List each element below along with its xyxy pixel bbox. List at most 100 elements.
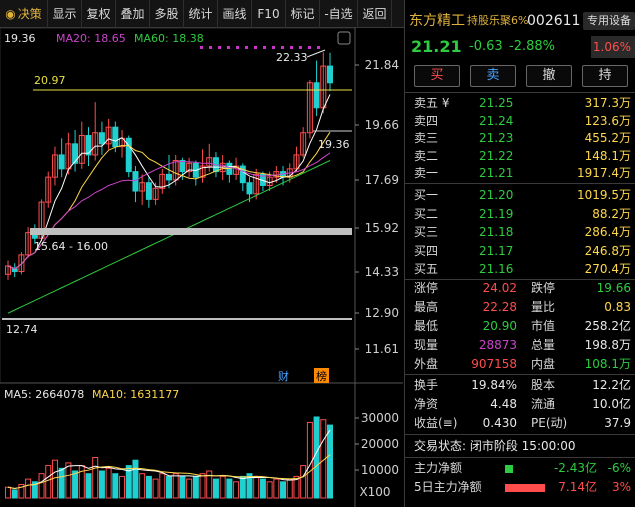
draw-line-button[interactable]: 画线 (218, 0, 252, 28)
stat-value: 907158 (471, 357, 517, 371)
volume-bar (145, 475, 152, 499)
stat-label: PE(动) (531, 416, 568, 430)
stats-row: 最高 22.28 量比 0.83 (405, 298, 635, 317)
sell-level-row[interactable]: 卖四 21.24 123.6万 (405, 112, 635, 131)
sell-level-volume: 317.3万 (584, 96, 631, 110)
divider (405, 183, 635, 184)
buy-level-row[interactable]: 买二 21.19 88.2万 (405, 205, 635, 224)
buy-level-row[interactable]: 买三 21.18 286.4万 (405, 223, 635, 242)
divider (405, 457, 635, 458)
overlay-button[interactable]: 叠加 (116, 0, 150, 28)
volume-axis-label: 20000 (361, 437, 399, 451)
five-day-flow-value: 7.14亿 (558, 480, 597, 494)
vol-ma10-legend: MA10: 1631177 (92, 388, 179, 401)
volume-bar (85, 473, 92, 499)
main-flow-bar (505, 465, 513, 473)
statistics-button[interactable]: 统计 (184, 0, 218, 28)
volume-bar (38, 473, 45, 499)
candle-body (58, 154, 65, 170)
sell-level-label: 卖二 (414, 148, 439, 163)
buy-level-price: 21.16 (479, 262, 514, 276)
volume-bar (172, 473, 179, 499)
level-label-2097: 20.97 (34, 74, 66, 87)
volume-bar (226, 478, 233, 499)
holdings-button[interactable]: 持 (582, 65, 628, 87)
event-marker: 财 (278, 369, 289, 383)
candle-body (246, 182, 253, 195)
buy-level-row[interactable]: 买五 21.16 270.4万 (405, 260, 635, 279)
price-axis-label: 19.66 (365, 118, 399, 132)
sell-level-price: 21.25 (479, 96, 514, 110)
stats-row: 涨停 24.02 跌停 19.66 (405, 279, 635, 298)
low-label: 12.74 (6, 323, 38, 336)
buy-level-row[interactable]: 买一 21.20 1019.5万 (405, 186, 635, 205)
five-day-flow-pct: 3% (611, 480, 631, 494)
ratio-badge: 1.06% (591, 36, 635, 58)
last-price: 21.21 (411, 37, 462, 56)
sell-level-row[interactable]: 卖五 ¥ 21.25 317.3万 (405, 94, 635, 113)
signal-dot (200, 46, 203, 49)
trade-status: 交易状态: 闭市阶段 15:00:00 (414, 439, 576, 453)
decision-button[interactable]: ◉ 决策 (0, 0, 48, 28)
volume-bar (5, 486, 11, 499)
cancel-order-button[interactable]: 撤 (526, 65, 572, 87)
main-flow-row: 主力净额 -2.43亿 -6% (405, 459, 635, 478)
candle-body (313, 82, 320, 109)
stat-value: 12.2亿 (592, 378, 631, 392)
display-button[interactable]: 显示 (48, 0, 82, 28)
sell-level-price: 21.21 (479, 166, 514, 180)
sell-level-label: 卖五 ¥ (414, 96, 450, 110)
ma20-legend: MA20: 18.65 (56, 32, 126, 45)
buy-level-label: 买一 (414, 188, 439, 202)
buy-level-label: 买二 (414, 206, 439, 221)
sell-level-label: 卖一 (414, 166, 439, 180)
candle-body (327, 65, 333, 84)
buy-button[interactable]: 买 (414, 65, 460, 87)
signal-dot (272, 46, 275, 49)
rights-adjust-button[interactable]: 复权 (82, 0, 116, 28)
buy-level-price: 21.20 (479, 188, 514, 202)
sell-level-row[interactable]: 卖三 21.23 455.2万 (405, 129, 635, 148)
kline-chart-area[interactable]: 21.84 19.66 17.69 15.92 14.33 12.90 11.61 20.97… (0, 27, 403, 507)
price-axis-label: 14.33 (365, 265, 399, 279)
signal-dot (308, 46, 311, 49)
stat-label: 市值 (531, 319, 556, 333)
sell-level-price: 21.23 (479, 131, 514, 145)
volume-bar (25, 478, 32, 499)
multi-stock-button[interactable]: 多股 (150, 0, 184, 28)
stats-row: 现量 28873 总量 198.8万 (405, 336, 635, 355)
sell-level-row[interactable]: 卖一 21.21 1917.4万 (405, 164, 635, 183)
f10-button[interactable]: F10 (252, 0, 286, 28)
candle-body (132, 171, 139, 192)
signal-dot (254, 46, 257, 49)
back-button[interactable]: 返回 (358, 0, 392, 28)
volume-bar (186, 478, 193, 499)
candle-body (98, 132, 105, 145)
stat-value: 108.1万 (584, 357, 631, 371)
price-axis-label: 12.90 (365, 306, 399, 320)
watchlist-button[interactable]: -自选 (320, 0, 358, 28)
price-axis-label: 11.61 (365, 342, 399, 356)
mark-button[interactable]: 标记 (286, 0, 320, 28)
ma60-legend: MA60: 18.38 (134, 32, 204, 45)
volume-bar (51, 459, 58, 499)
stat-label: 流通 (531, 397, 556, 411)
stat-label: 股本 (531, 378, 556, 392)
divider (405, 374, 635, 375)
chart-options-button[interactable] (337, 31, 351, 45)
volume-bar (152, 478, 159, 499)
stat-label: 跌停 (531, 281, 556, 295)
volume-bar (253, 475, 260, 499)
kline-chart-svg[interactable]: 21.84 19.66 17.69 15.92 14.33 12.90 11.61 20.97… (0, 27, 403, 507)
volume-bar (112, 473, 119, 499)
sell-button[interactable]: 卖 (470, 65, 516, 87)
volume-bar (78, 465, 85, 499)
industry-button[interactable]: 专用设备 (583, 12, 635, 30)
stock-name: 东方精工 (409, 13, 465, 29)
sell-level-row[interactable]: 卖二 21.22 148.1万 (405, 147, 635, 166)
volume-bar (105, 467, 112, 499)
vol-ma5-legend: MA5: 2664078 (4, 388, 84, 401)
buy-level-row[interactable]: 买四 21.17 246.8万 (405, 242, 635, 261)
stat-value: 0.430 (482, 416, 517, 430)
price-axis-label: 17.69 (365, 173, 399, 187)
